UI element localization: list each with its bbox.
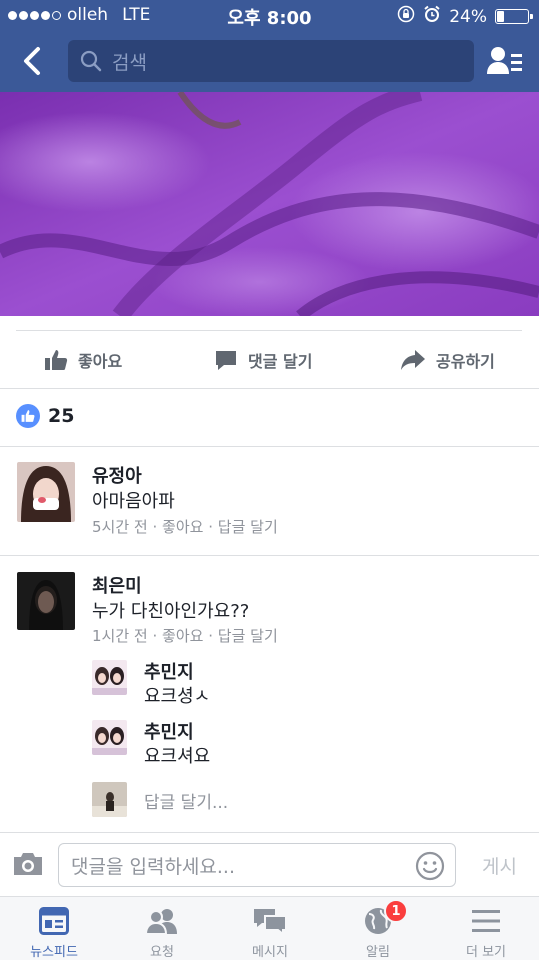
comment-reply-link[interactable]: 답글 달기 [218,627,278,645]
comment-reply-link[interactable]: 답글 달기 [218,518,278,536]
reply-placeholder[interactable]: 답글 달기... [144,788,228,813]
notification-badge: 1 [384,899,408,923]
back-button[interactable] [16,44,48,78]
tab-news-feed[interactable]: 뉴스피드 [0,905,108,960]
like-reaction-icon [16,404,40,428]
divider [16,330,522,331]
network-type: LTE [122,5,151,25]
menu-icon [472,910,500,932]
post-actions: 좋아요 댓글 달기 공유하기 [0,332,539,388]
purple-blanket-image [0,92,539,316]
like-count-row[interactable]: 25 [16,404,74,428]
avatar[interactable] [92,720,127,755]
avatar[interactable] [17,462,75,522]
rotation-lock-icon [397,5,415,28]
comment-button[interactable]: 댓글 달기 [214,348,312,372]
sticker-button[interactable] [415,851,445,886]
tab-more[interactable]: 더 보기 [432,905,539,960]
comment-text: 아마음아파 [92,491,175,512]
reply-author[interactable]: 추민지 [144,658,194,684]
friend-requests-icon [145,909,177,935]
camera-button[interactable] [12,851,44,881]
share-label: 공유하기 [436,352,495,371]
comment-input-placeholder: 댓글을 입력하세요... [71,855,235,878]
tab-label: 요청 [150,945,174,960]
comment-bubble-icon [216,351,236,370]
comment-text: 누가 다친아인가요?? [92,601,250,622]
post-comment-button[interactable]: 게시 [482,852,517,879]
comment-label: 댓글 달기 [248,352,313,371]
search-input[interactable]: 검색 [68,40,474,82]
comment-meta: 1시간 전 · 좋아요 · 답글 달기 [92,627,278,645]
tab-label: 알림 [366,945,390,960]
alarm-icon [423,5,441,28]
tab-label: 메시지 [252,945,288,960]
reply-author[interactable]: 추민지 [144,718,194,744]
like-button[interactable]: 좋아요 [44,348,122,372]
avatar [92,782,127,817]
battery-percent: 24% [449,6,487,27]
tab-friend-requests[interactable]: 요청 [108,905,216,960]
search-placeholder: 검색 [112,51,147,74]
search-icon [80,50,102,72]
comment-composer: 댓글을 입력하세요... 게시 [0,832,539,896]
share-button[interactable]: 공유하기 [400,348,495,372]
comment-like-link[interactable]: 좋아요 [162,518,203,536]
comment-author[interactable]: 최은미 [92,572,142,598]
news-feed-icon [39,907,69,935]
reply-text: 요크셩ㅅ [144,686,211,707]
status-bar: olleh LTE 오후 8:00 24% [0,0,539,30]
like-label: 좋아요 [78,352,123,371]
comment-like-link[interactable]: 좋아요 [162,627,203,645]
divider [0,388,539,389]
friends-list-button[interactable] [487,44,523,78]
post-photo[interactable] [0,92,539,316]
comment-time: 1시간 전 [92,627,148,645]
divider [0,446,539,447]
avatar[interactable] [17,572,75,630]
chevron-left-icon [24,47,40,75]
tab-label: 더 보기 [465,945,506,960]
comment-meta: 5시간 전 · 좋아요 · 답글 달기 [92,518,278,536]
carrier-name: olleh [67,5,109,25]
battery-icon [495,9,533,24]
bottom-tab-bar: 뉴스피드 요청 메시지 1 알림 더 보기 [0,896,539,960]
tab-label: 뉴스피드 [30,945,78,960]
navigation-bar: 검색 [0,30,539,92]
tab-messages[interactable]: 메시지 [216,905,324,960]
avatar[interactable] [92,660,127,695]
comment-input[interactable]: 댓글을 입력하세요... [58,843,456,887]
signal-strength-icon [8,10,61,20]
comment-author[interactable]: 유정아 [92,462,142,488]
share-arrow-icon [401,350,425,370]
comment-time: 5시간 전 [92,518,148,536]
thumbs-up-icon [45,350,68,370]
divider [0,555,539,556]
person-list-icon [487,47,522,74]
camera-icon [14,853,42,875]
like-count: 25 [48,405,75,427]
tab-notifications[interactable]: 1 알림 [324,899,432,960]
reply-text: 요크셔요 [144,746,211,767]
messages-icon [254,909,287,935]
smiley-icon [415,851,445,881]
